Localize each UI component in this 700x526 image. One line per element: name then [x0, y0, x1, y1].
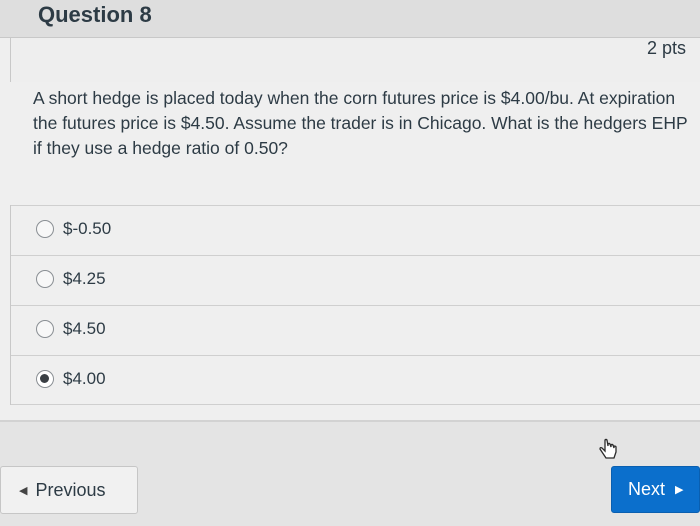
hand-pointer-icon [599, 438, 617, 459]
radio-button-selected[interactable] [36, 370, 54, 388]
previous-button[interactable]: ◀ Previous [0, 466, 138, 514]
answer-list: $-0.50 $4.25 $4.50 $4.00 [10, 205, 700, 405]
next-label: Next [628, 479, 666, 499]
answer-option-4[interactable]: $4.00 [11, 355, 700, 405]
triangle-right-icon: ▶ [675, 484, 684, 496]
question-text: A short hedge is placed today when the c… [33, 88, 688, 158]
answer-option-3[interactable]: $4.50 [11, 305, 700, 355]
answer-label[interactable]: $-0.50 [63, 219, 111, 239]
radio-button[interactable] [36, 220, 54, 238]
previous-label: Previous [35, 479, 106, 500]
quiz-question-card: Question 8 2 pts A short hedge is placed… [0, 0, 700, 420]
answer-label[interactable]: $4.25 [63, 269, 106, 289]
next-button[interactable]: Next ▶ [611, 466, 700, 513]
answer-label[interactable]: $4.50 [63, 319, 106, 339]
points-row: 2 pts [10, 38, 700, 82]
footer-divider [0, 420, 700, 422]
question-title: Question 8 [38, 2, 152, 27]
radio-button[interactable] [36, 270, 54, 288]
question-points: 2 pts [646, 38, 686, 58]
answer-option-1[interactable]: $-0.50 [11, 205, 700, 255]
answer-option-2[interactable]: $4.25 [11, 255, 700, 305]
answer-label[interactable]: $4.00 [63, 369, 106, 389]
question-header: Question 8 [0, 0, 700, 38]
triangle-left-icon: ◀ [19, 484, 28, 497]
radio-button[interactable] [36, 320, 54, 338]
